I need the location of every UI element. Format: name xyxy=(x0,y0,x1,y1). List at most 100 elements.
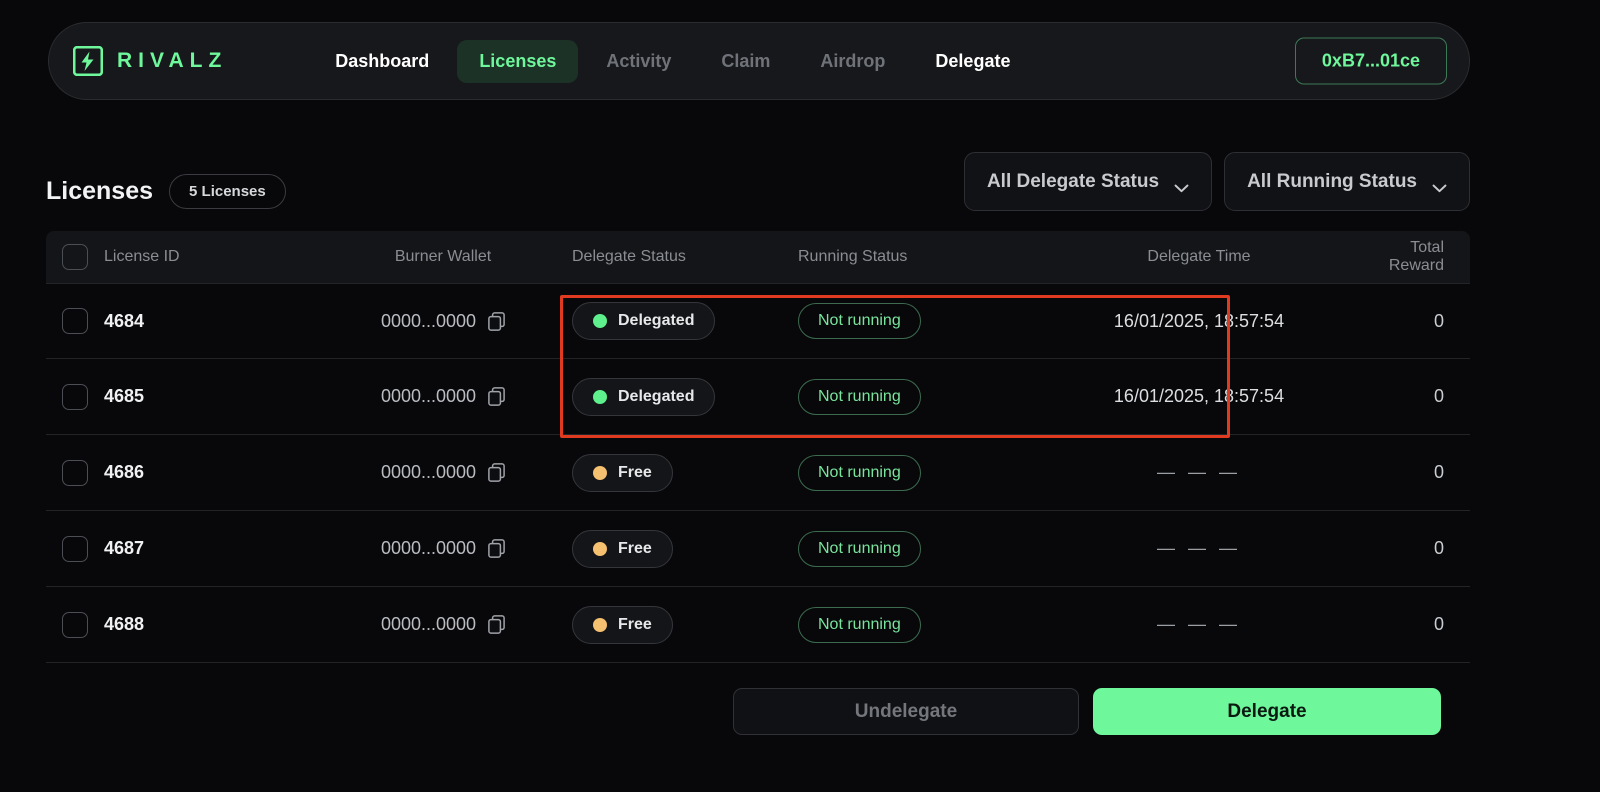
column-header-delegate-time: Delegate Time xyxy=(1147,248,1251,265)
table-row[interactable]: 4686 0000...0000 Free Not running — — — 0 xyxy=(46,435,1470,511)
delegate-status-label: Delegated xyxy=(618,312,695,329)
delegate-status-label: Free xyxy=(618,615,652,633)
cell-delegate-status: Delegated xyxy=(566,302,794,340)
cell-burner-wallet: 0000...0000 xyxy=(320,614,566,635)
row-select-cell xyxy=(46,611,104,638)
cell-total-reward: 0 xyxy=(1433,614,1444,634)
cell-delegate-status: Free xyxy=(566,529,794,568)
cell-license-id: 4684 xyxy=(104,310,145,331)
status-dot-icon xyxy=(593,314,607,328)
wallet-address-button[interactable]: 0xB7...01ce xyxy=(1294,37,1447,85)
cell-delegate-status: Free xyxy=(566,605,794,644)
brand-name: RIVALZ xyxy=(117,49,228,72)
status-dot-icon xyxy=(593,465,607,480)
cell-running-status: Not running xyxy=(794,378,1020,415)
nav-item-dashboard[interactable]: Dashboard xyxy=(313,40,451,83)
cell-license-id: 4688 xyxy=(104,614,145,634)
row-checkbox[interactable] xyxy=(62,611,88,638)
select-all-cell xyxy=(46,244,104,270)
cell-running-status: Not running xyxy=(794,606,1020,643)
cell-running-status: Not running xyxy=(794,454,1020,491)
filter-running-status-label: All Running Status xyxy=(1247,170,1417,192)
delegate-status-badge: Free xyxy=(572,453,673,492)
status-dot-icon xyxy=(593,617,607,632)
chevron-down-icon xyxy=(1174,177,1189,193)
row-checkbox[interactable] xyxy=(62,308,88,334)
cell-license-id: 4687 xyxy=(104,538,145,558)
copy-icon[interactable] xyxy=(488,615,505,634)
cell-total-reward: 0 xyxy=(1433,538,1444,558)
copy-icon[interactable] xyxy=(488,387,505,406)
cell-burner-wallet: 0000...0000 xyxy=(320,462,566,483)
cell-burner-wallet: 0000...0000 xyxy=(320,538,566,559)
cell-delegate-time: — — — xyxy=(1156,538,1241,558)
nav-item-claim[interactable]: Claim xyxy=(699,40,792,83)
row-select-cell xyxy=(46,535,104,562)
delegate-status-label: Free xyxy=(618,539,652,557)
nav-links: Dashboard Licenses Activity Claim Airdro… xyxy=(313,39,1032,83)
burner-wallet-value: 0000...0000 xyxy=(380,538,477,558)
cell-delegate-status: Free xyxy=(566,453,794,492)
brand-logo[interactable]: RIVALZ xyxy=(72,45,228,77)
nav-item-licenses[interactable]: Licenses xyxy=(457,39,579,83)
licenses-page: RIVALZ Dashboard Licenses Activity Claim… xyxy=(0,0,1600,792)
filter-delegate-status[interactable]: All Delegate Status xyxy=(963,152,1213,211)
running-status-badge: Not running xyxy=(798,454,921,491)
cell-delegate-time: — — — xyxy=(1156,614,1241,634)
row-checkbox[interactable] xyxy=(62,459,88,486)
running-status-badge: Not running xyxy=(798,378,921,415)
delegate-status-label: Free xyxy=(618,463,652,481)
delegate-button[interactable]: Delegate xyxy=(1093,688,1441,735)
column-header-license-id: License ID xyxy=(104,248,180,265)
table-actions: Undelegate Delegate xyxy=(733,688,1441,735)
nav-item-airdrop[interactable]: Airdrop xyxy=(798,40,907,83)
cell-running-status: Not running xyxy=(794,303,1020,339)
row-select-cell xyxy=(46,308,104,334)
burner-wallet-value: 0000...0000 xyxy=(380,310,477,331)
select-all-checkbox[interactable] xyxy=(62,244,88,270)
cell-burner-wallet: 0000...0000 xyxy=(320,386,566,407)
cell-total-reward: 0 xyxy=(1433,310,1444,331)
license-count-badge: 5 Licenses xyxy=(169,173,286,209)
row-select-cell xyxy=(46,459,104,486)
filter-group: All Delegate Status All Running Status xyxy=(963,152,1470,211)
filter-running-status[interactable]: All Running Status xyxy=(1224,152,1470,211)
cell-delegate-time: — — — xyxy=(1156,462,1241,482)
running-status-badge: Not running xyxy=(798,530,921,567)
table-row[interactable]: 4685 0000...0000 Delegated Not running 16/01… xyxy=(46,359,1470,435)
nav-item-activity[interactable]: Activity xyxy=(584,40,693,83)
licenses-table: License ID Burner Wallet Delegate Status… xyxy=(46,231,1470,663)
page-title: Licenses xyxy=(46,176,154,205)
lightning-bolt-icon xyxy=(72,45,104,77)
column-header-total-reward: Total Reward xyxy=(1388,239,1444,274)
burner-wallet-value: 0000...0000 xyxy=(380,614,477,634)
table-header-row: License ID Burner Wallet Delegate Status… xyxy=(46,231,1470,283)
column-header-running-status: Running Status xyxy=(798,248,908,265)
row-checkbox[interactable] xyxy=(62,535,88,562)
row-checkbox[interactable] xyxy=(62,383,88,410)
cell-total-reward: 0 xyxy=(1433,462,1444,482)
burner-wallet-value: 0000...0000 xyxy=(380,462,477,482)
copy-icon[interactable] xyxy=(488,311,505,331)
cell-total-reward: 0 xyxy=(1433,386,1444,406)
column-header-burner-wallet: Burner Wallet xyxy=(394,248,492,265)
cell-burner-wallet: 0000...0000 xyxy=(320,311,566,332)
cell-license-id: 4686 xyxy=(104,462,145,482)
page-header: Licenses 5 Licenses All Delegate Status … xyxy=(46,152,1470,214)
table-row[interactable]: 4688 0000...0000 Free Not running — — — 0 xyxy=(46,587,1470,663)
row-select-cell xyxy=(46,383,104,410)
table-row[interactable]: 4687 0000...0000 Free Not running — — — 0 xyxy=(46,511,1470,587)
undelegate-button[interactable]: Undelegate xyxy=(733,688,1079,735)
cell-delegate-time: 16/01/2025, 18:57:54 xyxy=(1113,310,1285,331)
top-navigation-bar: RIVALZ Dashboard Licenses Activity Claim… xyxy=(48,22,1470,100)
delegate-status-label: Delegated xyxy=(618,387,695,405)
copy-icon[interactable] xyxy=(488,539,505,558)
cell-delegate-status: Delegated xyxy=(566,377,794,416)
table-row[interactable]: 4684 0000...0000 Delegated Not running 16/01… xyxy=(46,283,1470,359)
filter-delegate-status-label: All Delegate Status xyxy=(986,170,1160,192)
copy-icon[interactable] xyxy=(488,463,505,482)
delegate-status-badge: Delegated xyxy=(572,377,716,416)
status-dot-icon xyxy=(593,541,607,556)
cell-license-id: 4685 xyxy=(104,386,145,406)
nav-item-delegate[interactable]: Delegate xyxy=(913,40,1032,83)
